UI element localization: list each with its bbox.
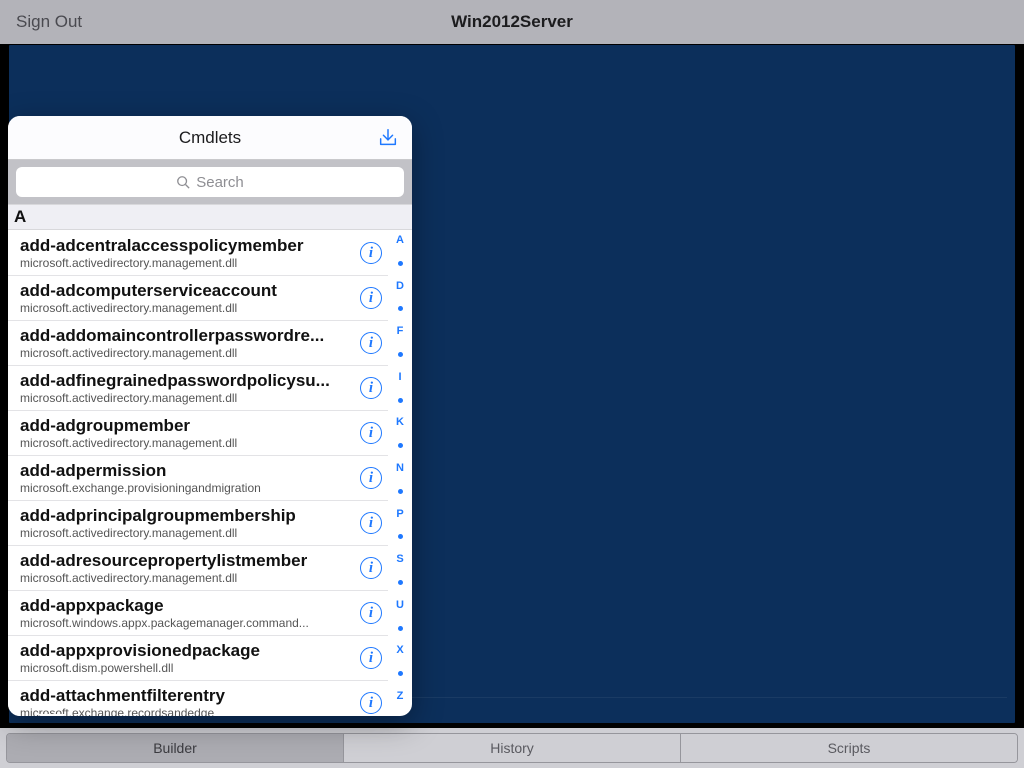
cmdlet-name: add-adfinegrainedpasswordpolicysu...: [20, 371, 340, 391]
index-dot[interactable]: [398, 352, 403, 357]
cmdlet-module: microsoft.activedirectory.management.dll: [20, 391, 340, 405]
index-letter[interactable]: K: [396, 417, 404, 428]
cmdlet-module: microsoft.activedirectory.management.dll: [20, 301, 340, 315]
bottom-toolbar: Builder History Scripts: [0, 728, 1024, 768]
cmdlet-name: add-adcomputerserviceaccount: [20, 281, 340, 301]
cmdlet-name: add-adresourcepropertylistmember: [20, 551, 340, 571]
popover-arrow: [38, 714, 66, 716]
cmdlet-module: microsoft.activedirectory.management.dll: [20, 346, 340, 360]
info-icon[interactable]: i: [360, 287, 382, 309]
info-icon[interactable]: i: [360, 647, 382, 669]
search-input[interactable]: Search: [16, 167, 404, 197]
info-icon[interactable]: i: [360, 242, 382, 264]
index-dot[interactable]: [398, 306, 403, 311]
cmdlet-module: microsoft.activedirectory.management.dll: [20, 256, 340, 270]
cmdlet-row[interactable]: add-adfinegrainedpasswordpolicysu...micr…: [8, 366, 388, 411]
cmdlet-name: add-adcentralaccesspolicymember: [20, 236, 340, 256]
cmdlet-module: microsoft.activedirectory.management.dll: [20, 526, 340, 540]
tab-builder[interactable]: Builder: [7, 734, 343, 762]
cmdlet-row[interactable]: add-appxprovisionedpackagemicrosoft.dism…: [8, 636, 388, 681]
cmdlet-name: add-adpermission: [20, 461, 340, 481]
info-icon[interactable]: i: [360, 332, 382, 354]
info-icon[interactable]: i: [360, 692, 382, 714]
index-letter[interactable]: S: [396, 554, 403, 565]
section-header-a: A: [8, 204, 412, 230]
cmdlet-row[interactable]: add-adprincipalgroupmembershipmicrosoft.…: [8, 501, 388, 546]
cmdlet-name: add-addomaincontrollerpasswordre...: [20, 326, 340, 346]
index-dot[interactable]: [398, 443, 403, 448]
index-dot[interactable]: [398, 534, 403, 539]
search-placeholder: Search: [196, 174, 244, 191]
cmdlet-list[interactable]: add-adcentralaccesspolicymembermicrosoft…: [8, 231, 388, 716]
cmdlet-module: microsoft.dism.powershell.dll: [20, 661, 340, 675]
index-letter[interactable]: N: [396, 463, 404, 474]
cmdlet-module: microsoft.exchange.recordsandedge: [20, 706, 340, 716]
index-letter[interactable]: F: [397, 326, 404, 337]
info-icon[interactable]: i: [360, 602, 382, 624]
search-icon: [176, 175, 190, 189]
index-letter[interactable]: P: [396, 509, 403, 520]
page-title: Win2012Server: [451, 12, 573, 32]
cmdlet-name: add-attachmentfilterentry: [20, 686, 340, 706]
download-button[interactable]: [374, 124, 402, 152]
cmdlet-name: add-appxpackage: [20, 596, 340, 616]
index-letter[interactable]: D: [396, 281, 404, 292]
cmdlet-name: add-adprincipalgroupmembership: [20, 506, 340, 526]
popover-header: Cmdlets: [8, 116, 412, 160]
top-nav-bar: Sign Out Win2012Server: [0, 0, 1024, 44]
info-icon[interactable]: i: [360, 422, 382, 444]
cmdlet-row[interactable]: add-adpermissionmicrosoft.exchange.provi…: [8, 456, 388, 501]
index-letter[interactable]: A: [396, 235, 404, 246]
cmdlets-popover: Cmdlets Search A add-adcentralaccesspoli…: [8, 116, 412, 716]
sign-out-button[interactable]: Sign Out: [16, 0, 82, 44]
index-dot[interactable]: [398, 398, 403, 403]
cmdlet-row[interactable]: add-appxpackagemicrosoft.windows.appx.pa…: [8, 591, 388, 636]
cmdlet-module: microsoft.windows.appx.packagemanager.co…: [20, 616, 340, 630]
popover-title: Cmdlets: [179, 128, 241, 148]
tab-history[interactable]: History: [343, 734, 680, 762]
info-icon[interactable]: i: [360, 557, 382, 579]
cmdlet-row[interactable]: add-attachmentfilterentrymicrosoft.excha…: [8, 681, 388, 716]
index-dot[interactable]: [398, 580, 403, 585]
info-icon[interactable]: i: [360, 377, 382, 399]
cmdlet-row[interactable]: add-adcomputerserviceaccountmicrosoft.ac…: [8, 276, 388, 321]
info-icon[interactable]: i: [360, 512, 382, 534]
cmdlet-row[interactable]: add-adcentralaccesspolicymembermicrosoft…: [8, 231, 388, 276]
index-dot[interactable]: [398, 626, 403, 631]
cmdlet-name: add-adgroupmember: [20, 416, 340, 436]
index-letter[interactable]: Z: [397, 691, 404, 702]
segmented-control: Builder History Scripts: [6, 733, 1018, 763]
search-bar: Search: [8, 160, 412, 204]
cmdlet-row[interactable]: add-adresourcepropertylistmembermicrosof…: [8, 546, 388, 591]
section-index[interactable]: A D F I K N P S U X Z: [390, 231, 410, 710]
index-letter[interactable]: U: [396, 600, 404, 611]
cmdlet-name: add-appxprovisionedpackage: [20, 641, 340, 661]
index-dot[interactable]: [398, 261, 403, 266]
cmdlet-row[interactable]: add-addomaincontrollerpasswordre...micro…: [8, 321, 388, 366]
download-icon: [377, 127, 399, 149]
index-dot[interactable]: [398, 489, 403, 494]
cmdlet-module: microsoft.activedirectory.management.dll: [20, 571, 340, 585]
tab-scripts[interactable]: Scripts: [680, 734, 1017, 762]
info-icon[interactable]: i: [360, 467, 382, 489]
index-letter[interactable]: I: [398, 372, 401, 383]
cmdlet-row[interactable]: add-adgroupmembermicrosoft.activedirecto…: [8, 411, 388, 456]
index-letter[interactable]: X: [396, 645, 403, 656]
index-dot[interactable]: [398, 671, 403, 676]
cmdlet-module: microsoft.activedirectory.management.dll: [20, 436, 340, 450]
cmdlet-module: microsoft.exchange.provisioningandmigrat…: [20, 481, 340, 495]
